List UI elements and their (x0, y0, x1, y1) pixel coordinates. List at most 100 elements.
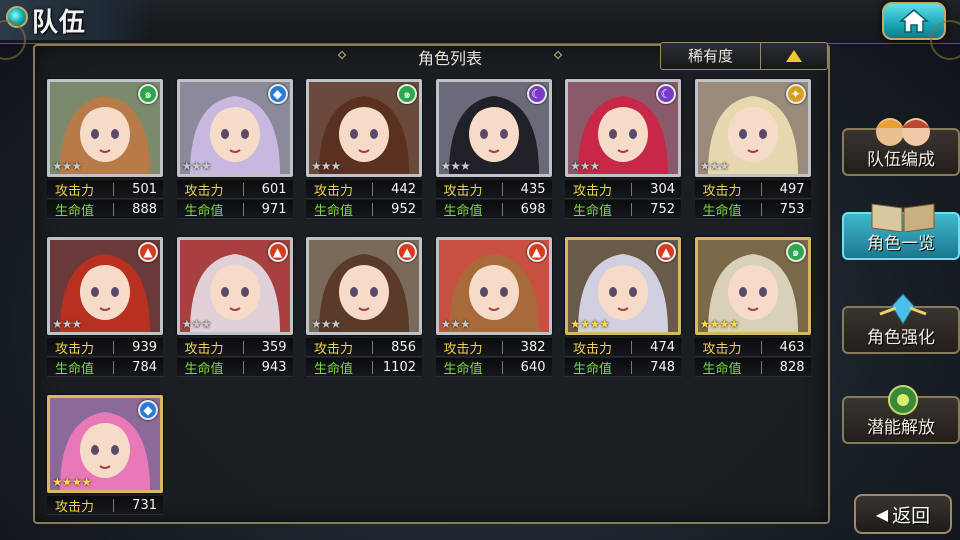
attack-row: 攻击力 856 (306, 338, 422, 357)
character-portrait[interactable]: ★★★ ✦ (694, 79, 811, 177)
attack-value: 359 (261, 339, 287, 355)
potential-unlock-button[interactable]: 潜能解放 (842, 385, 960, 444)
attack-value: 856 (391, 339, 416, 355)
home-icon (899, 9, 929, 33)
back-button[interactable]: ◀ 返回 (854, 494, 952, 534)
character-card[interactable]: ★★★ ▲ 攻击力 359 生命值 943 (176, 237, 293, 377)
character-card[interactable]: ★★★★ ▲ 攻击力 474 生命值 748 (565, 237, 681, 377)
character-card[interactable]: ★★★★ ◆ 攻击力 731 (47, 395, 163, 535)
character-portrait[interactable]: ★★★ ▲ (306, 237, 422, 335)
character-enhance-button[interactable]: 角色强化 (842, 293, 960, 354)
character-card[interactable]: ★★★ ☾ 攻击力 304 生命值 752 (565, 79, 681, 219)
character-card[interactable]: ★★★ ๑ 攻击力 442 生命值 952 (306, 79, 422, 219)
hp-value: 952 (391, 201, 416, 217)
top-bar: 队伍 (0, 0, 960, 44)
hp-label: 生命值 (443, 361, 483, 377)
attack-label: 攻击力 (55, 499, 95, 515)
character-portrait[interactable]: ★★★ ๑ (47, 79, 163, 177)
character-card[interactable]: ★★★ ◆ 攻击力 601 生命值 971 (176, 79, 293, 219)
character-portrait[interactable]: ★★★ ☾ (435, 79, 552, 177)
hp-value: 784 (132, 359, 157, 375)
hp-value: 748 (650, 359, 675, 375)
character-card[interactable]: ★★★ ✦ 攻击力 497 生命值 753 (694, 79, 811, 219)
character-portrait[interactable]: ★★★ ☾ (565, 79, 681, 177)
hp-label: 生命值 (443, 203, 483, 219)
attack-label: 攻击力 (573, 183, 613, 199)
rarity-stars: ★★★★ (570, 317, 610, 331)
water-element-icon: ◆ (267, 84, 288, 104)
attack-value: 731 (132, 497, 157, 513)
fire-element-icon: ▲ (526, 242, 547, 262)
hp-row: 生命值 698 (435, 200, 552, 219)
character-card[interactable]: ★★★ ▲ 攻击力 382 生命值 640 (435, 237, 552, 377)
character-roster-button[interactable]: 角色一览 (842, 203, 960, 260)
character-portrait[interactable]: ★★★ ๑ (306, 79, 422, 177)
attack-row: 攻击力 382 (435, 338, 552, 357)
character-portrait[interactable]: ★★★★ ◆ (47, 395, 163, 493)
team-formation-button[interactable]: 队伍编成 (842, 118, 960, 176)
hp-value: 698 (520, 201, 546, 217)
character-list-panel: 角色列表 稀有度 ★★★ ๑ 攻击力 501 生命值 888 ★★★ ◆ 攻击力 601 生命值 97… (33, 42, 830, 524)
character-portrait[interactable]: ★★★ ◆ (176, 79, 293, 177)
attack-label: 攻击力 (184, 183, 224, 199)
attack-value: 382 (520, 339, 546, 355)
character-card[interactable]: ★★★★ ๑ 攻击力 463 生命值 828 (694, 237, 811, 377)
hp-row: 生命值 943 (176, 358, 293, 377)
character-portrait[interactable]: ★★★ ▲ (435, 237, 552, 335)
attack-label: 攻击力 (55, 341, 95, 357)
attack-value: 442 (391, 181, 416, 197)
character-portrait[interactable]: ★★★★ ๑ (694, 237, 811, 335)
sort-order-button[interactable] (761, 50, 827, 62)
panel-title: 角色列表 (417, 49, 482, 68)
team-portraits-icon (876, 118, 930, 146)
attack-row: 攻击力 474 (565, 338, 681, 357)
rarity-stars: ★★★ (311, 317, 341, 331)
attack-row: 攻击力 501 (47, 180, 163, 199)
hp-row: 生命值 952 (306, 200, 422, 219)
attack-row: 攻击力 939 (47, 338, 163, 357)
hp-label: 生命值 (702, 203, 742, 219)
arrow-left-icon: ◀ (875, 504, 889, 524)
rarity-stars: ★★★★ (52, 475, 92, 489)
rarity-stars: ★★★ (570, 159, 600, 173)
hp-label: 生命值 (184, 203, 224, 219)
attack-label: 攻击力 (702, 183, 742, 199)
diamond-icon (337, 50, 347, 60)
attack-row: 攻击力 304 (565, 180, 681, 199)
attack-row: 攻击力 463 (694, 338, 811, 357)
hp-value: 1102 (382, 359, 416, 375)
attack-label: 攻击力 (314, 341, 354, 357)
hp-value: 828 (779, 359, 805, 375)
rarity-stars: ★★★ (181, 159, 212, 173)
fire-element-icon: ▲ (138, 242, 158, 262)
sort-control[interactable]: 稀有度 (660, 42, 828, 70)
team-formation-label: 队伍编成 (867, 150, 935, 170)
back-label: 返回 (892, 504, 931, 527)
sort-label[interactable]: 稀有度 (661, 43, 761, 69)
attack-label: 攻击力 (55, 183, 95, 199)
hp-label: 生命值 (573, 361, 613, 377)
rarity-stars: ★★★ (440, 159, 471, 173)
hp-value: 971 (261, 201, 287, 217)
attack-label: 攻击力 (443, 183, 483, 199)
character-portrait[interactable]: ★★★★ ▲ (565, 237, 681, 335)
rarity-stars: ★★★ (52, 317, 82, 331)
character-card[interactable]: ★★★ ☾ 攻击力 435 生命值 698 (435, 79, 552, 219)
attack-value: 601 (261, 181, 287, 197)
wind-element-icon: ๑ (785, 242, 806, 262)
character-portrait[interactable]: ★★★ ▲ (176, 237, 293, 335)
hp-row: 生命值 748 (565, 358, 681, 377)
enhance-crystal-icon (879, 293, 927, 325)
diamond-icon (553, 50, 563, 60)
character-card[interactable]: ★★★ ๑ 攻击力 501 生命值 888 (47, 79, 163, 219)
character-card[interactable]: ★★★ ▲ 攻击力 939 生命值 784 (47, 237, 163, 377)
open-book-icon (871, 203, 935, 232)
hp-value: 640 (520, 359, 546, 375)
character-portrait[interactable]: ★★★ ▲ (47, 237, 163, 335)
character-card[interactable]: ★★★ ▲ 攻击力 856 生命值 1102 (306, 237, 422, 377)
fire-element-icon: ▲ (656, 242, 676, 262)
rarity-stars: ★★★ (311, 159, 341, 173)
wind-element-icon: ๑ (138, 84, 158, 104)
hp-row: 生命值 752 (565, 200, 681, 219)
attack-label: 攻击力 (314, 183, 354, 199)
